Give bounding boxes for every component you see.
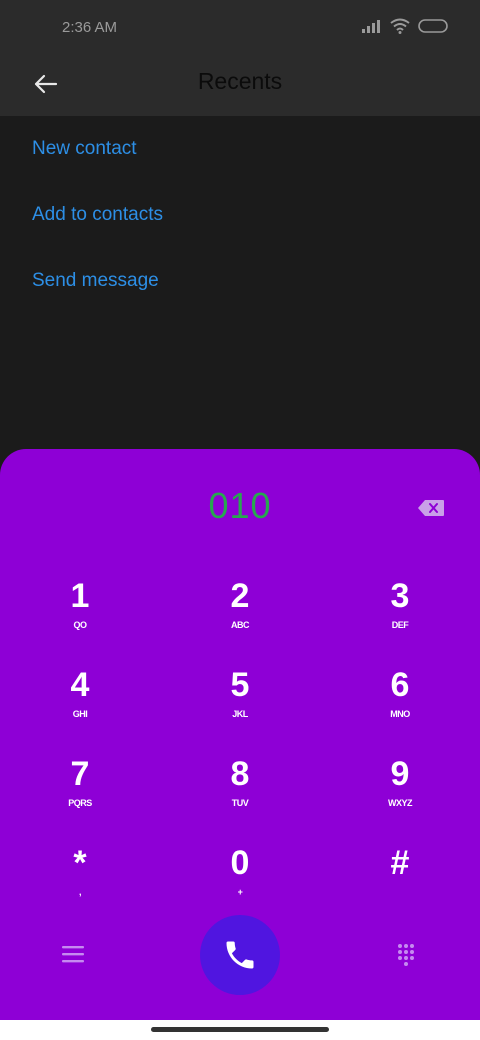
keypad-icon[interactable] [397, 943, 415, 967]
key-letters: + [237, 887, 243, 897]
key-letters: WXYZ [388, 798, 413, 808]
key-letters: JKL [232, 709, 248, 719]
menu-icon[interactable] [62, 945, 84, 963]
key-letters: TUV [231, 798, 249, 808]
key-digit: 2 [230, 577, 250, 615]
key-star[interactable]: * , [20, 844, 140, 924]
key-hash[interactable]: # [340, 844, 460, 924]
key-digit: 7 [70, 755, 90, 793]
dialer-panel: 010 1 QO 2 ABC 3 DEF 4 GHI 5 JKL 6 MNO 7… [0, 449, 480, 1020]
key-1[interactable]: 1 QO [20, 577, 140, 657]
key-digit: 0 [230, 844, 250, 882]
key-digit: 8 [230, 755, 250, 793]
phone-icon [226, 941, 254, 969]
key-8[interactable]: 8 TUV [180, 755, 300, 835]
key-letters: QO [73, 620, 87, 630]
add-to-contacts-link[interactable]: Add to contacts [0, 182, 480, 248]
key-letters: DEF [391, 620, 409, 630]
key-7[interactable]: 7 PQRS [20, 755, 140, 835]
status-time: 2:36 AM [62, 19, 118, 36]
send-message-link[interactable]: Send message [0, 248, 480, 314]
key-letters: , [78, 887, 82, 897]
backspace-icon[interactable] [417, 499, 445, 517]
dialed-number: 010 [208, 485, 272, 526]
key-0[interactable]: 0 + [180, 844, 300, 924]
key-3[interactable]: 3 DEF [340, 577, 460, 657]
home-handle[interactable] [151, 1027, 329, 1032]
page-title: Recents [197, 68, 283, 94]
wifi-icon [390, 18, 410, 34]
key-digit: 1 [70, 577, 90, 615]
dialer-bottom-row [0, 915, 480, 995]
key-digit: 9 [390, 755, 410, 793]
new-contact-link[interactable]: New contact [0, 116, 480, 182]
call-button[interactable] [200, 915, 280, 995]
key-digit: 6 [390, 666, 410, 704]
key-digit: 5 [230, 666, 250, 704]
status-icons [362, 18, 450, 34]
key-letters: MNO [390, 709, 410, 719]
key-4[interactable]: 4 GHI [20, 666, 140, 746]
key-letters: GHI [72, 709, 88, 719]
key-9[interactable]: 9 WXYZ [340, 755, 460, 835]
status-bar: 2:36 AM [0, 0, 480, 56]
app-bar: Recents [0, 56, 480, 116]
battery-icon [418, 19, 448, 33]
key-5[interactable]: 5 JKL [180, 666, 300, 746]
key-digit: 3 [390, 577, 410, 615]
signal-icon [362, 20, 380, 33]
key-6[interactable]: 6 MNO [340, 666, 460, 746]
key-digit: # [390, 844, 410, 882]
key-2[interactable]: 2 ABC [180, 577, 300, 657]
key-digit: 4 [70, 666, 90, 704]
key-digit: * [73, 844, 87, 882]
key-letters: ABC [231, 620, 250, 630]
system-nav-bar [0, 1020, 480, 1040]
action-list: New contact Add to contacts Send message [0, 116, 480, 314]
key-letters: PQRS [68, 798, 92, 808]
